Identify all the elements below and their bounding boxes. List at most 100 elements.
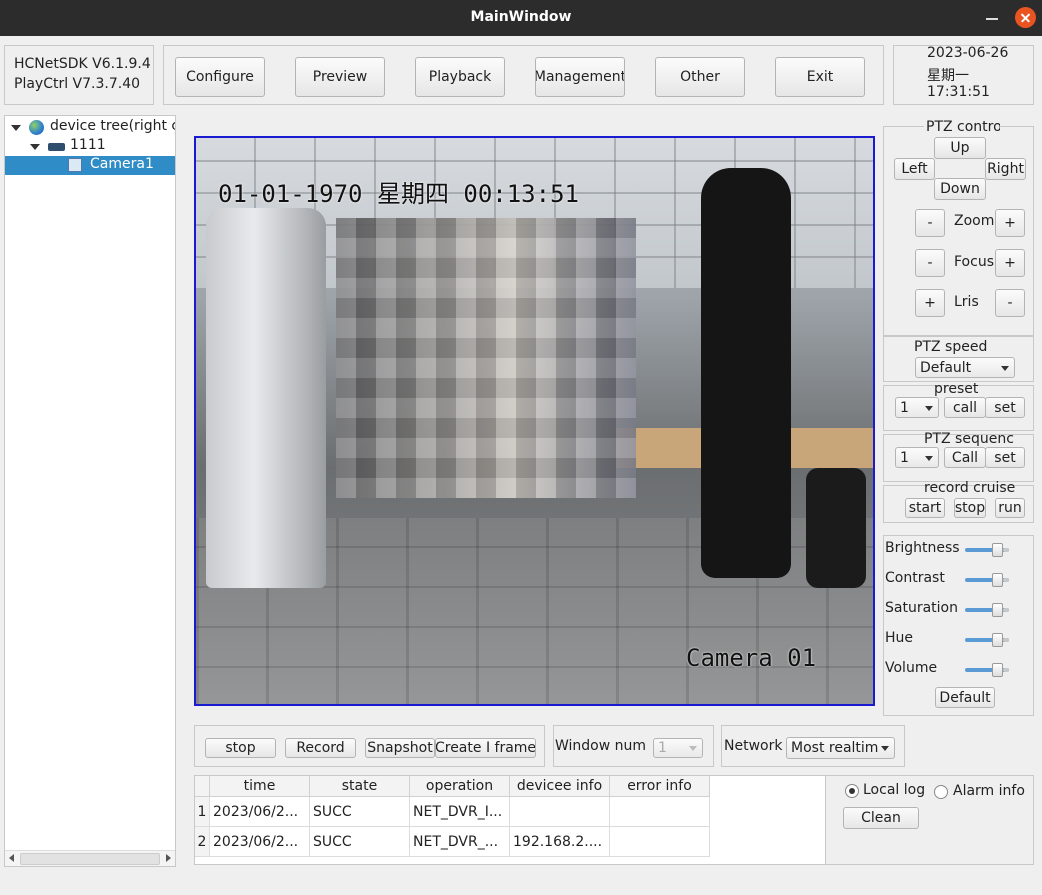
other-button[interactable]: Other bbox=[655, 57, 745, 97]
sequence-call-button[interactable]: Call bbox=[944, 447, 986, 468]
local-log-radio[interactable] bbox=[845, 784, 859, 798]
network-select[interactable]: Most realtime bbox=[786, 737, 895, 759]
contrast-label: Contrast bbox=[885, 570, 945, 586]
snapshot-button[interactable]: Snapshot bbox=[365, 738, 435, 758]
ptz-up-button[interactable]: Up bbox=[934, 137, 986, 159]
record-button[interactable]: Record bbox=[285, 738, 356, 758]
ptz-left-button[interactable]: Left bbox=[894, 158, 935, 180]
ptz-sequence-panel: PTZ sequence 1 Call set bbox=[883, 431, 1034, 482]
col-state[interactable]: state bbox=[309, 776, 410, 797]
zoom-out-button[interactable]: - bbox=[915, 209, 945, 237]
sequence-value: 1 bbox=[900, 449, 909, 466]
preview-button[interactable]: Preview bbox=[295, 57, 385, 97]
record-cruise-panel: record cruise start stop run bbox=[883, 480, 1034, 523]
ptz-speed-select[interactable]: Default bbox=[915, 357, 1015, 378]
window-title-bar: MainWindow bbox=[0, 0, 1042, 36]
cruise-start-button[interactable]: start bbox=[905, 498, 945, 518]
tree-camera[interactable]: Camera1 bbox=[5, 156, 175, 175]
iris-minus-button[interactable]: - bbox=[995, 289, 1025, 317]
slider-rest bbox=[1003, 638, 1009, 642]
zoom-in-button[interactable]: + bbox=[995, 209, 1025, 237]
volume-slider[interactable] bbox=[965, 663, 1009, 677]
minimize-icon[interactable] bbox=[985, 9, 999, 23]
clock-panel: 2023-06-26 星期一 17:31:51 bbox=[893, 45, 1034, 105]
camera-icon bbox=[68, 158, 82, 172]
scroll-left-icon[interactable] bbox=[9, 854, 14, 862]
tree-root-label: device tree(right click to add device) bbox=[50, 118, 175, 134]
chevron-down-icon bbox=[925, 455, 933, 461]
cell-time: 2023/06/2... bbox=[209, 796, 310, 827]
preset-call-button[interactable]: call bbox=[944, 397, 986, 418]
cell-state: SUCC bbox=[309, 826, 410, 857]
ptz-speed-value: Default bbox=[920, 359, 972, 376]
management-button[interactable]: Management bbox=[535, 57, 625, 97]
tree-device[interactable]: 1111 bbox=[5, 137, 175, 156]
preset-set-button[interactable]: set bbox=[985, 397, 1025, 418]
slider-handle[interactable] bbox=[992, 573, 1003, 587]
cruise-run-button[interactable]: run bbox=[995, 498, 1025, 518]
stop-button[interactable]: stop bbox=[205, 738, 276, 758]
alarm-info-radio[interactable] bbox=[934, 785, 948, 799]
configure-button[interactable]: Configure bbox=[175, 57, 265, 97]
log-table[interactable]: time state operation devicee info error … bbox=[194, 775, 826, 865]
cruise-stop-button[interactable]: stop bbox=[954, 498, 986, 518]
expand-icon[interactable] bbox=[30, 144, 40, 150]
focus-label: Focus bbox=[954, 254, 994, 270]
cell-operation: NET_DVR_... bbox=[409, 826, 510, 857]
tree-device-label: 1111 bbox=[70, 137, 106, 153]
create-iframe-button[interactable]: Create I frame bbox=[435, 738, 536, 758]
col-device-info[interactable]: devicee info bbox=[509, 776, 610, 797]
alarm-info-label: Alarm info bbox=[953, 783, 1025, 799]
close-icon[interactable] bbox=[1015, 7, 1036, 28]
iris-label: Lris bbox=[954, 294, 979, 310]
playback-button[interactable]: Playback bbox=[415, 57, 505, 97]
col-operation[interactable]: operation bbox=[409, 776, 510, 797]
clean-button[interactable]: Clean bbox=[843, 807, 919, 829]
contrast-slider[interactable] bbox=[965, 573, 1009, 587]
log-options-panel: Local log Alarm info Clean bbox=[826, 775, 1034, 865]
slider-handle[interactable] bbox=[992, 603, 1003, 617]
focus-minus-button[interactable]: - bbox=[915, 249, 945, 277]
ptz-right-button[interactable]: Right bbox=[985, 158, 1026, 180]
window-title: MainWindow bbox=[470, 9, 572, 25]
sequence-select[interactable]: 1 bbox=[895, 447, 939, 468]
cell-operation: NET_DVR_I... bbox=[409, 796, 510, 827]
ptz-speed-panel: PTZ speed Default bbox=[883, 336, 1034, 382]
preset-select[interactable]: 1 bbox=[895, 397, 939, 418]
slider-handle[interactable] bbox=[992, 543, 1003, 557]
saturation-slider[interactable] bbox=[965, 603, 1009, 617]
saturation-label: Saturation bbox=[885, 600, 958, 616]
playback-controls: stop Record Snapshot Create I frame bbox=[194, 725, 545, 767]
tree-root[interactable]: device tree(right click to add device) bbox=[5, 118, 175, 137]
clock-weekday: 星期一 bbox=[927, 68, 969, 84]
sequence-set-button[interactable]: set bbox=[985, 447, 1025, 468]
network-value: Most realtime bbox=[791, 740, 879, 756]
exit-button[interactable]: Exit bbox=[775, 57, 865, 97]
window-num-select[interactable]: 1 bbox=[653, 738, 703, 758]
ptz-down-button[interactable]: Down bbox=[934, 178, 986, 200]
cell-error-info bbox=[609, 796, 710, 827]
preset-title-text: preset bbox=[934, 381, 979, 397]
tree-horizontal-scrollbar[interactable] bbox=[5, 850, 175, 866]
expand-icon[interactable] bbox=[11, 125, 21, 131]
preset-value: 1 bbox=[900, 399, 909, 416]
slider-handle[interactable] bbox=[992, 663, 1003, 677]
slider-rest bbox=[1003, 668, 1009, 672]
hue-slider[interactable] bbox=[965, 633, 1009, 647]
scroll-right-icon[interactable] bbox=[166, 854, 171, 862]
device-tree[interactable]: device tree(right click to add device) 1… bbox=[4, 115, 176, 867]
table-row[interactable]: 1 2023/06/2... SUCC NET_DVR_I... bbox=[195, 796, 710, 827]
table-row[interactable]: 2 2023/06/2... SUCC NET_DVR_... 192.168.… bbox=[195, 826, 710, 857]
col-error-info[interactable]: error info bbox=[609, 776, 710, 797]
chevron-down-icon bbox=[881, 746, 889, 751]
brightness-slider[interactable] bbox=[965, 543, 1009, 557]
focus-plus-button[interactable]: + bbox=[995, 249, 1025, 277]
image-default-button[interactable]: Default bbox=[935, 687, 995, 708]
video-preview[interactable]: 01-01-1970 星期四 00:13:51 Camera 01 bbox=[194, 136, 875, 706]
scroll-thumb[interactable] bbox=[20, 853, 160, 865]
iris-plus-button[interactable]: + bbox=[915, 289, 945, 317]
volume-label: Volume bbox=[885, 660, 938, 676]
col-time[interactable]: time bbox=[209, 776, 310, 797]
slider-handle[interactable] bbox=[992, 633, 1003, 647]
row-number: 2 bbox=[195, 826, 210, 857]
